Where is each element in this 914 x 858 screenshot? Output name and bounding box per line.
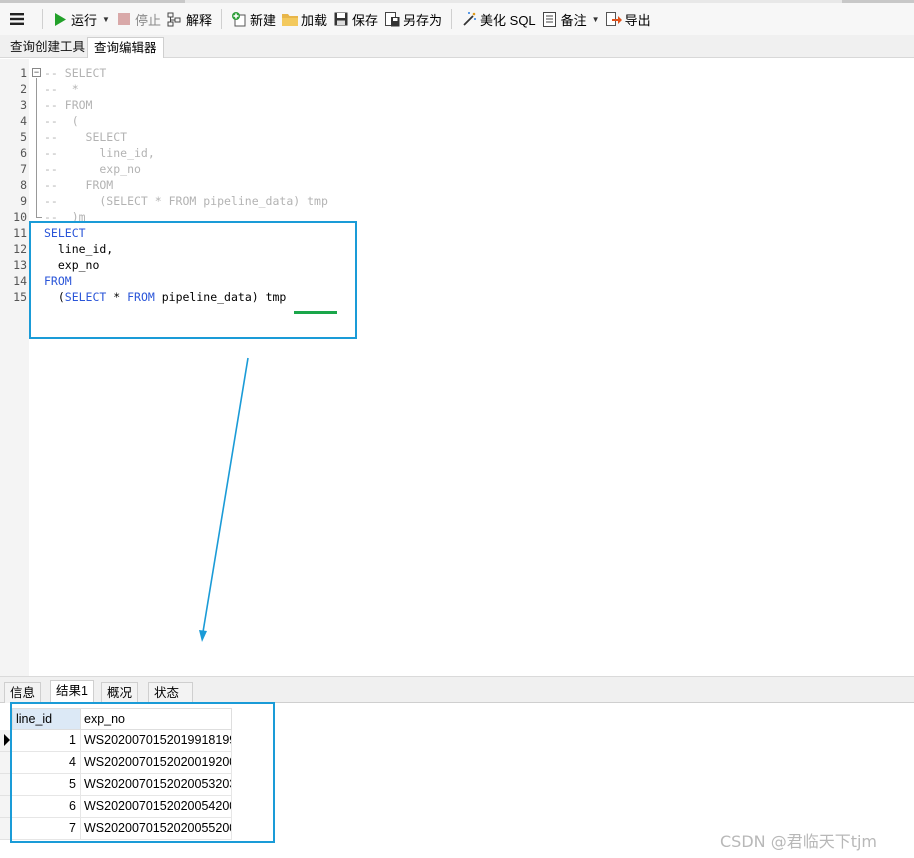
- toolbar-separator: [220, 9, 222, 29]
- stop-icon: [116, 11, 132, 27]
- code-text: -- *: [44, 81, 79, 97]
- sql-editor[interactable]: − 1 -- SELECT 2 -- * 3 -- FROM 4 -- (5 -- SELECT…: [0, 59, 914, 676]
- sql-comment: -- SELECT: [44, 130, 128, 144]
- stop-button[interactable]: 停止: [113, 6, 164, 32]
- tab-query-editor[interactable]: 查询编辑器: [87, 37, 164, 58]
- line-number: 4: [20, 114, 27, 128]
- line-number: 3: [20, 98, 27, 112]
- notes-label: 备注: [560, 12, 587, 28]
- line-number: 14: [13, 274, 27, 288]
- line-number: 5: [20, 130, 27, 144]
- save-icon: [333, 11, 349, 27]
- new-button[interactable]: 新建: [228, 6, 279, 32]
- toolbar: 运行 ▼ 停止 解释 新建 加载 保存 另存为 美化 SQL 备注 ▼ 导出: [0, 3, 914, 35]
- tab-status[interactable]: 状态: [148, 682, 193, 704]
- magic-wand-icon: [461, 11, 477, 27]
- code-line: 3 -- FROM: [0, 97, 900, 113]
- export-label: 导出: [624, 12, 651, 28]
- code-line: 9 -- (SELECT * FROM pipeline_data) tmp: [0, 193, 900, 209]
- line-number: 12: [13, 242, 27, 256]
- line-number: 11: [13, 226, 27, 240]
- notes-button[interactable]: 备注 ▼: [539, 6, 603, 32]
- sql-comment: -- line_id,: [44, 146, 155, 160]
- sql-comment: -- (: [44, 114, 79, 128]
- code-highlight-box: [29, 221, 357, 339]
- code-line: 7 -- exp_no: [0, 161, 900, 177]
- document-icon: [542, 11, 558, 27]
- notes-dropdown-arrow-icon[interactable]: ▼: [592, 15, 600, 24]
- code-text: -- FROM: [44, 97, 92, 113]
- code-text: -- (SELECT * FROM pipeline_data) tmp: [44, 193, 328, 209]
- code-line: 4 -- (: [0, 113, 900, 129]
- explain-icon: [167, 11, 183, 27]
- run-dropdown-arrow-icon[interactable]: ▼: [102, 15, 110, 24]
- folder-icon: [281, 11, 298, 27]
- beautify-sql-button[interactable]: 美化 SQL: [458, 6, 539, 32]
- beautify-sql-label: 美化 SQL: [480, 12, 536, 28]
- green-underline-mark: [294, 311, 337, 314]
- load-label: 加载: [300, 12, 327, 28]
- save-as-button[interactable]: 另存为: [381, 6, 445, 32]
- menu-button[interactable]: [0, 6, 36, 32]
- line-number: 13: [13, 258, 27, 272]
- line-number: 9: [20, 194, 27, 208]
- sql-comment: -- *: [44, 82, 79, 96]
- sql-comment: -- FROM: [44, 98, 93, 112]
- save-label: 保存: [352, 12, 379, 28]
- toolbar-separator: [451, 9, 453, 29]
- code-line: 5 -- SELECT: [0, 129, 900, 145]
- explain-button[interactable]: 解释: [164, 6, 215, 32]
- sql-comment: -- FROM: [44, 178, 114, 192]
- line-number: 10: [13, 210, 27, 224]
- play-icon: [52, 11, 68, 27]
- line-number: 8: [20, 178, 27, 192]
- save-as-label: 另存为: [403, 12, 443, 28]
- new-label: 新建: [249, 12, 276, 28]
- sql-comment: -- exp_no: [44, 162, 141, 176]
- toolbar-separator: [42, 9, 43, 29]
- code-line: 6 -- line_id,: [0, 145, 900, 161]
- tab-result-1[interactable]: 结果1: [50, 680, 94, 703]
- result-tab-bar: 信息 结果1 概况 状态: [0, 676, 914, 704]
- export-icon: [605, 11, 622, 27]
- code-line: 1 -- SELECT: [0, 65, 900, 81]
- line-number: 15: [13, 290, 27, 304]
- hamburger-icon: [9, 11, 25, 27]
- run-label: 运行: [71, 12, 98, 28]
- new-query-icon: [231, 11, 247, 27]
- line-number: 7: [20, 162, 27, 176]
- load-button[interactable]: 加载: [279, 6, 330, 32]
- code-text: -- exp_no: [44, 161, 141, 177]
- code-line: 8 -- FROM: [0, 177, 900, 193]
- result-highlight-box: [10, 702, 275, 843]
- code-text: -- SELECT: [44, 129, 127, 145]
- line-number: 1: [20, 66, 27, 80]
- stop-label: 停止: [134, 12, 161, 28]
- line-number: 2: [20, 82, 27, 96]
- tab-profile[interactable]: 概况: [101, 682, 139, 704]
- sql-comment: -- SELECT: [44, 66, 107, 80]
- save-button[interactable]: 保存: [330, 6, 381, 32]
- run-button[interactable]: 运行 ▼: [49, 6, 113, 32]
- watermark: CSDN @君临天下tjm: [720, 832, 878, 851]
- code-text: -- (: [44, 113, 79, 129]
- code-text: -- FROM: [44, 177, 113, 193]
- tab-query-builder[interactable]: 查询创建工具: [4, 37, 91, 58]
- save-as-icon: [384, 11, 400, 27]
- code-text: -- line_id,: [44, 145, 155, 161]
- explain-label: 解释: [185, 12, 212, 28]
- tab-info[interactable]: 信息: [4, 682, 42, 704]
- code-text: -- SELECT: [44, 65, 106, 81]
- sql-comment: -- (SELECT * FROM pipeline_data) tmp: [44, 194, 328, 208]
- export-button[interactable]: 导出: [603, 6, 654, 32]
- editor-tab-bar: 查询创建工具 查询编辑器: [0, 35, 914, 58]
- line-number: 6: [20, 146, 27, 160]
- code-line: 2 -- *: [0, 81, 900, 97]
